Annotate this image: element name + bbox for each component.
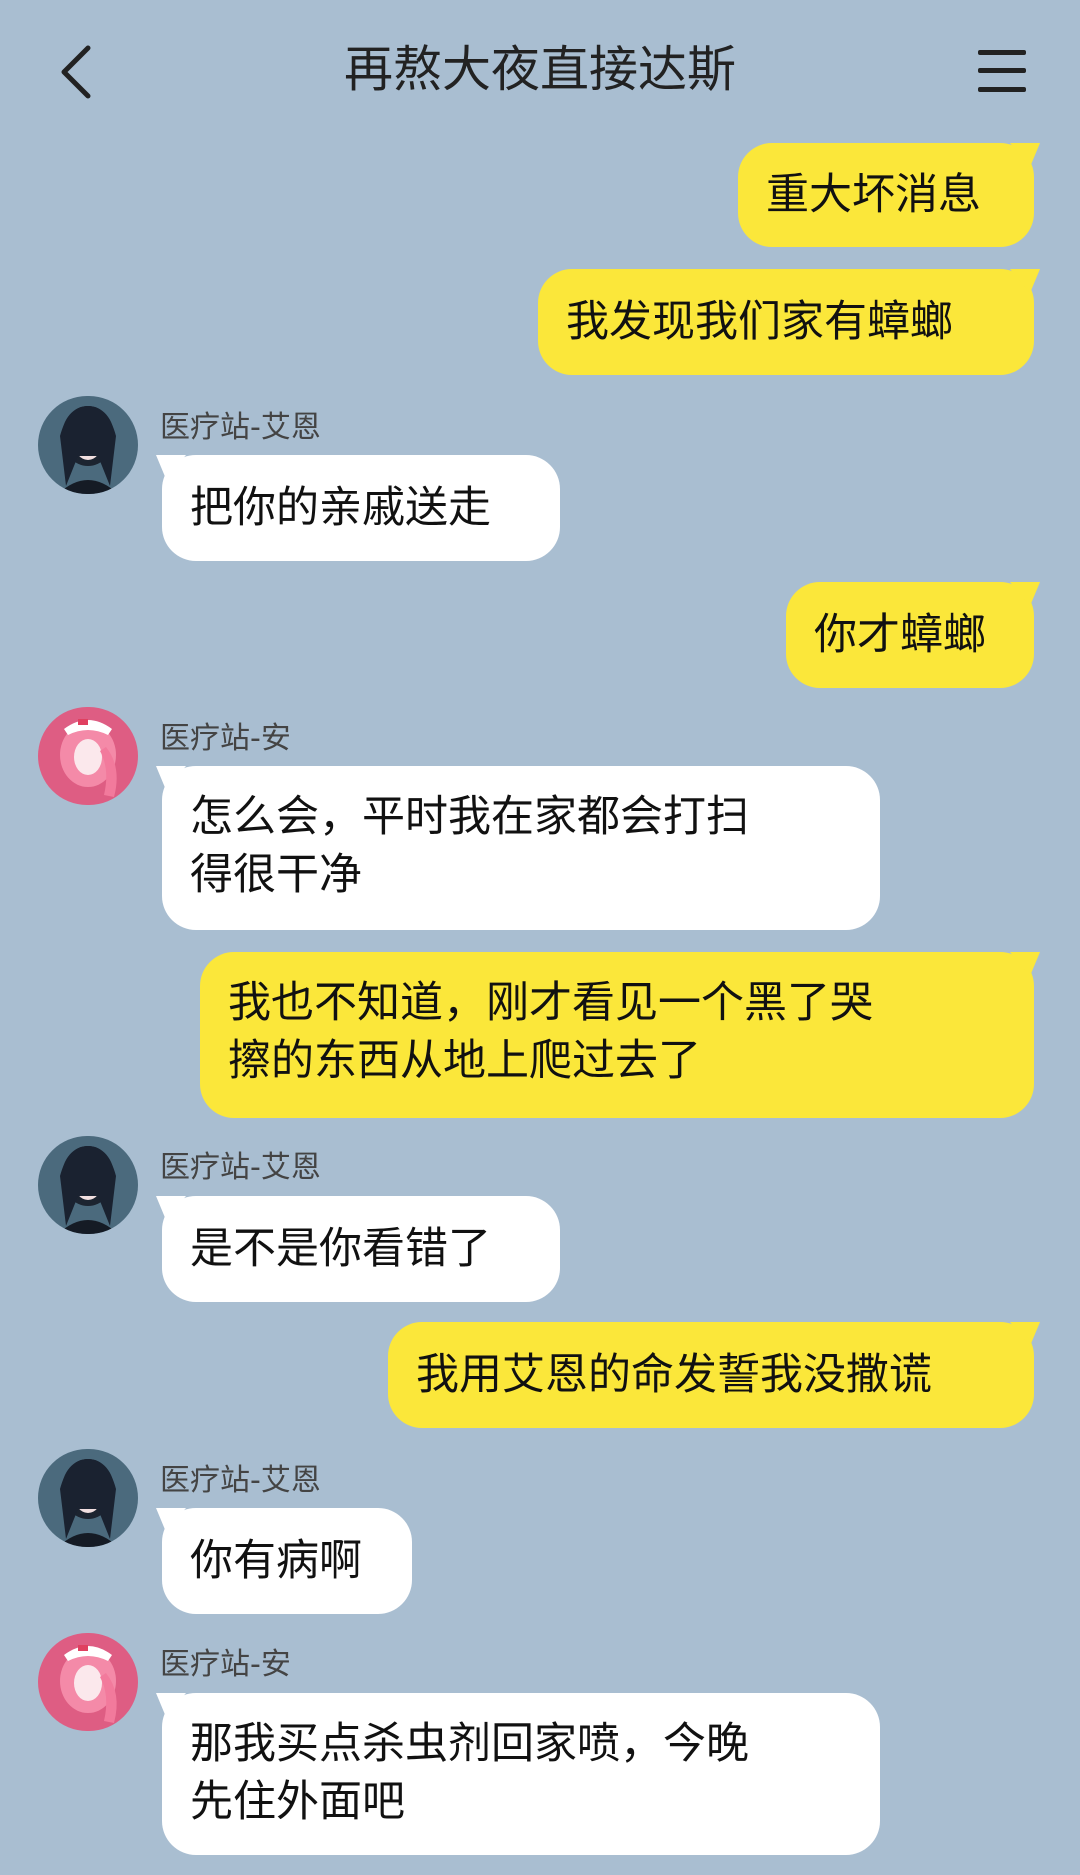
sender-name: 医疗站-艾恩 xyxy=(160,1150,321,1185)
message-text: 我用艾恩的命发誓我没撒谎 xyxy=(416,1350,932,1400)
avatar-aien[interactable] xyxy=(38,396,138,494)
message-text: 那我买点杀虫剂回家喷，今晚 先住外面吧 xyxy=(190,1719,749,1827)
outgoing-message-bubble[interactable]: 我也不知道，刚才看见一个黑了哭 擦的东西从地上爬过去了 xyxy=(200,952,1040,1118)
bubble-tail xyxy=(156,455,186,479)
message-text: 是不是你看错了 xyxy=(190,1224,491,1274)
outgoing-message-bubble[interactable]: 重大坏消息 xyxy=(738,143,1040,247)
sender-name: 医疗站-艾恩 xyxy=(160,410,321,445)
bubble-tail xyxy=(1010,143,1040,167)
bubble-tail xyxy=(156,1508,186,1532)
bubble-tail xyxy=(156,1196,186,1220)
menu-icon[interactable] xyxy=(976,48,1028,94)
sender-name: 医疗站-安 xyxy=(160,1647,291,1682)
message-text: 把你的亲戚送走 xyxy=(190,483,491,533)
message-text: 我发现我们家有蟑螂 xyxy=(566,297,953,347)
message-text: 重大坏消息 xyxy=(766,170,981,220)
incoming-message-bubble[interactable]: 把你的亲戚送走 xyxy=(156,455,560,561)
message-text: 你有病啊 xyxy=(190,1536,362,1586)
avatar-aien[interactable] xyxy=(38,1449,138,1547)
avatar-an[interactable] xyxy=(38,1633,138,1731)
bubble-tail xyxy=(1010,269,1040,293)
incoming-message-bubble[interactable]: 你有病啊 xyxy=(156,1508,412,1614)
bubble-tail xyxy=(156,1693,186,1717)
incoming-message-bubble[interactable]: 是不是你看错了 xyxy=(156,1196,560,1302)
bubble-tail xyxy=(1010,582,1040,606)
sender-name: 医疗站-安 xyxy=(160,721,291,756)
message-text: 怎么会，平时我在家都会打扫 得很干净 xyxy=(190,792,749,900)
outgoing-message-bubble[interactable]: 我用艾恩的命发誓我没撒谎 xyxy=(388,1322,1040,1428)
sender-name: 医疗站-艾恩 xyxy=(160,1463,321,1498)
incoming-message-bubble[interactable]: 怎么会，平时我在家都会打扫 得很干净 xyxy=(156,766,880,930)
message-text: 我也不知道，刚才看见一个黑了哭 擦的东西从地上爬过去了 xyxy=(228,978,873,1086)
bubble-tail xyxy=(156,766,186,790)
bubble-tail xyxy=(1010,952,1040,976)
outgoing-message-bubble[interactable]: 我发现我们家有蟑螂 xyxy=(538,269,1040,375)
avatar-aien[interactable] xyxy=(38,1136,138,1234)
chat-title: 再熬大夜直接达斯 xyxy=(343,41,736,98)
avatar-an[interactable] xyxy=(38,707,138,805)
bubble-tail xyxy=(1010,1322,1040,1346)
outgoing-message-bubble[interactable]: 你才蟑螂 xyxy=(786,582,1040,688)
message-text: 你才蟑螂 xyxy=(814,610,986,660)
chat-header: 再熬大夜直接达斯 xyxy=(0,0,1080,140)
incoming-message-bubble[interactable]: 那我买点杀虫剂回家喷，今晚 先住外面吧 xyxy=(156,1693,880,1855)
